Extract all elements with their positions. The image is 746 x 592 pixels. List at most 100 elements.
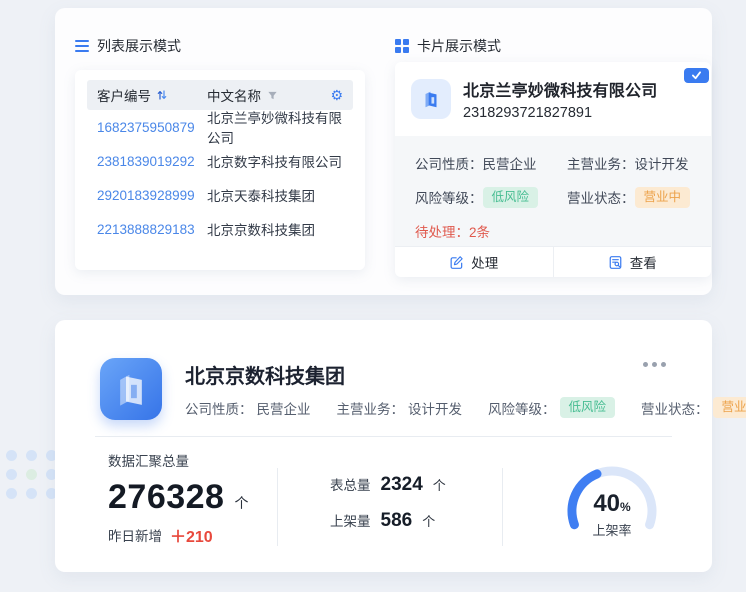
dot [26,488,37,499]
card-mode-label: 卡片展示模式 [417,36,501,56]
field-label: 主营业务： [337,398,405,418]
column-chinese-name: 中文名称 [207,85,330,105]
risk-badge: 低风险 [560,397,616,418]
dot [6,469,17,480]
field-label: 营业状态： [567,187,635,207]
card-selected-checkbox[interactable] [684,68,709,83]
view-button-label: 查看 [630,252,657,272]
field-company-nature: 公司性质：民营企业 [185,398,311,418]
field-company-nature: 公司性质： 民营企业 [415,153,567,173]
field-main-business: 主营业务： 设计开发 [567,153,689,173]
field-business-status: 营业状态： 营业中 [567,187,690,208]
ellipsis-icon [652,362,657,367]
customer-id-link[interactable]: 2920183928999 [97,188,207,203]
gauge-value: 40 [593,490,620,517]
detail-company-name: 北京京数科技集团 [185,360,345,389]
dot [26,450,37,461]
pending-count: 待处理：2条 [415,221,490,241]
customer-id-link[interactable]: 2381839019292 [97,154,207,169]
view-button[interactable]: 查看 [553,247,712,277]
company-detail-card: 北京京数科技集团 公司性质：民营企业 主营业务：设计开发 风险等级： 低风险 营… [55,320,712,572]
dot [6,450,17,461]
field-label: 营业状态： [641,398,709,418]
hamburger-icon [75,40,89,52]
customer-name: 北京京数科技集团 [207,219,343,239]
field-main-business: 主营业务：设计开发 [337,398,463,418]
gear-icon[interactable]: ⚙ [330,88,343,102]
company-logo [411,79,451,119]
grid-icon [395,39,409,53]
column-chinese-name-label: 中文名称 [207,85,261,105]
table-stats: 表总量 2324 个 上架量 586 个 [330,474,446,546]
gauge-text: 40% 上架率 [557,490,667,539]
pending-label: 待处理： [415,225,469,240]
status-badge: 营业中 [635,187,691,208]
stat-label: 表总量 [330,474,371,494]
book-icon [420,88,442,110]
table-row[interactable]: 2381839019292 北京数字科技有限公司 [87,144,353,178]
shelf-total-stat: 上架量 586 个 [330,510,446,532]
divider [277,468,278,546]
table-row[interactable]: 2213888829183 北京京数科技集团 [87,212,353,246]
customer-name: 北京数字科技有限公司 [207,151,343,171]
field-label: 主营业务： [567,153,635,173]
customer-id-link[interactable]: 2213888829183 [97,222,207,237]
gauge-label: 上架率 [557,520,667,539]
status-badge: 营业中 [713,397,746,418]
customer-table: 客户编号 中文名称 ⚙ 1682375950879 北京兰亭妙微科技有限公司 2… [75,70,365,270]
field-label: 公司性质： [185,398,253,418]
column-customer-id-label: 客户编号 [97,85,151,105]
table-total-stat: 表总量 2324 个 [330,474,446,496]
display-modes-container: 列表展示模式 客户编号 中文名称 ⚙ 1682375950879 北京兰亭妙微科… [55,8,712,295]
shelf-total-unit: 个 [422,511,435,530]
field-risk-level: 风险等级： 低风险 [488,397,615,418]
company-card-footer: 处理 查看 [395,246,711,277]
card-mode-title: 卡片展示模式 [395,36,501,56]
divider [95,436,672,437]
data-aggregation-stat: 数据汇聚总量 276328 个 昨日新增 ＋210 [108,450,248,547]
field-label: 公司性质： [415,153,483,173]
customer-name: 北京天泰科技集团 [207,185,343,205]
funnel-icon[interactable] [267,90,278,101]
risk-badge: 低风险 [483,187,539,208]
total-value: 276328 [108,478,224,517]
decorative-dots [6,450,57,499]
process-button[interactable]: 处理 [395,247,553,277]
book-icon [111,369,151,409]
table-header: 客户编号 中文名称 ⚙ [87,80,353,110]
company-code: 2318293721827891 [463,105,657,121]
detail-info-row: 公司性质：民营企业 主营业务：设计开发 风险等级： 低风险 营业状态： 营业中 [185,397,746,418]
table-row[interactable]: 2920183928999 北京天泰科技集团 [87,178,353,212]
company-card[interactable]: 北京兰亭妙微科技有限公司 2318293721827891 公司性质： 民营企业… [395,62,711,277]
shelf-total-value: 586 [381,510,413,532]
table-total-value: 2324 [381,474,423,496]
stat-label: 数据汇聚总量 [108,450,248,470]
stat-label: 上架量 [330,510,371,530]
more-actions-button[interactable] [639,358,670,371]
field-value: 设计开发 [408,398,462,418]
document-search-icon [608,255,623,270]
table-total-unit: 个 [433,475,446,494]
field-value: 民营企业 [483,153,537,173]
yesterday-delta: ＋210 [170,523,213,547]
dot [6,488,17,499]
check-icon [691,71,702,80]
pending-value: 2条 [469,225,490,240]
list-mode-title: 列表展示模式 [75,36,181,56]
field-risk-level: 风险等级： 低风险 [415,187,567,208]
company-logo-large [100,358,162,420]
ellipsis-icon [643,362,648,367]
customer-name: 北京兰亭妙微科技有限公司 [207,107,343,147]
edit-icon [449,255,464,270]
total-unit: 个 [234,493,248,513]
table-row[interactable]: 1682375950879 北京兰亭妙微科技有限公司 [87,110,353,144]
field-value: 民营企业 [257,398,311,418]
customer-id-link[interactable]: 1682375950879 [97,120,207,135]
company-card-body: 公司性质： 民营企业 主营业务： 设计开发 风险等级： 低风险 营业状态： 营业… [395,136,711,246]
field-label: 风险等级： [415,187,483,207]
process-button-label: 处理 [471,252,498,272]
company-name: 北京兰亭妙微科技有限公司 [463,77,657,101]
sort-arrows-icon[interactable] [156,89,168,101]
ellipsis-icon [661,362,666,367]
shelf-rate-gauge: 40% 上架率 [557,460,667,552]
